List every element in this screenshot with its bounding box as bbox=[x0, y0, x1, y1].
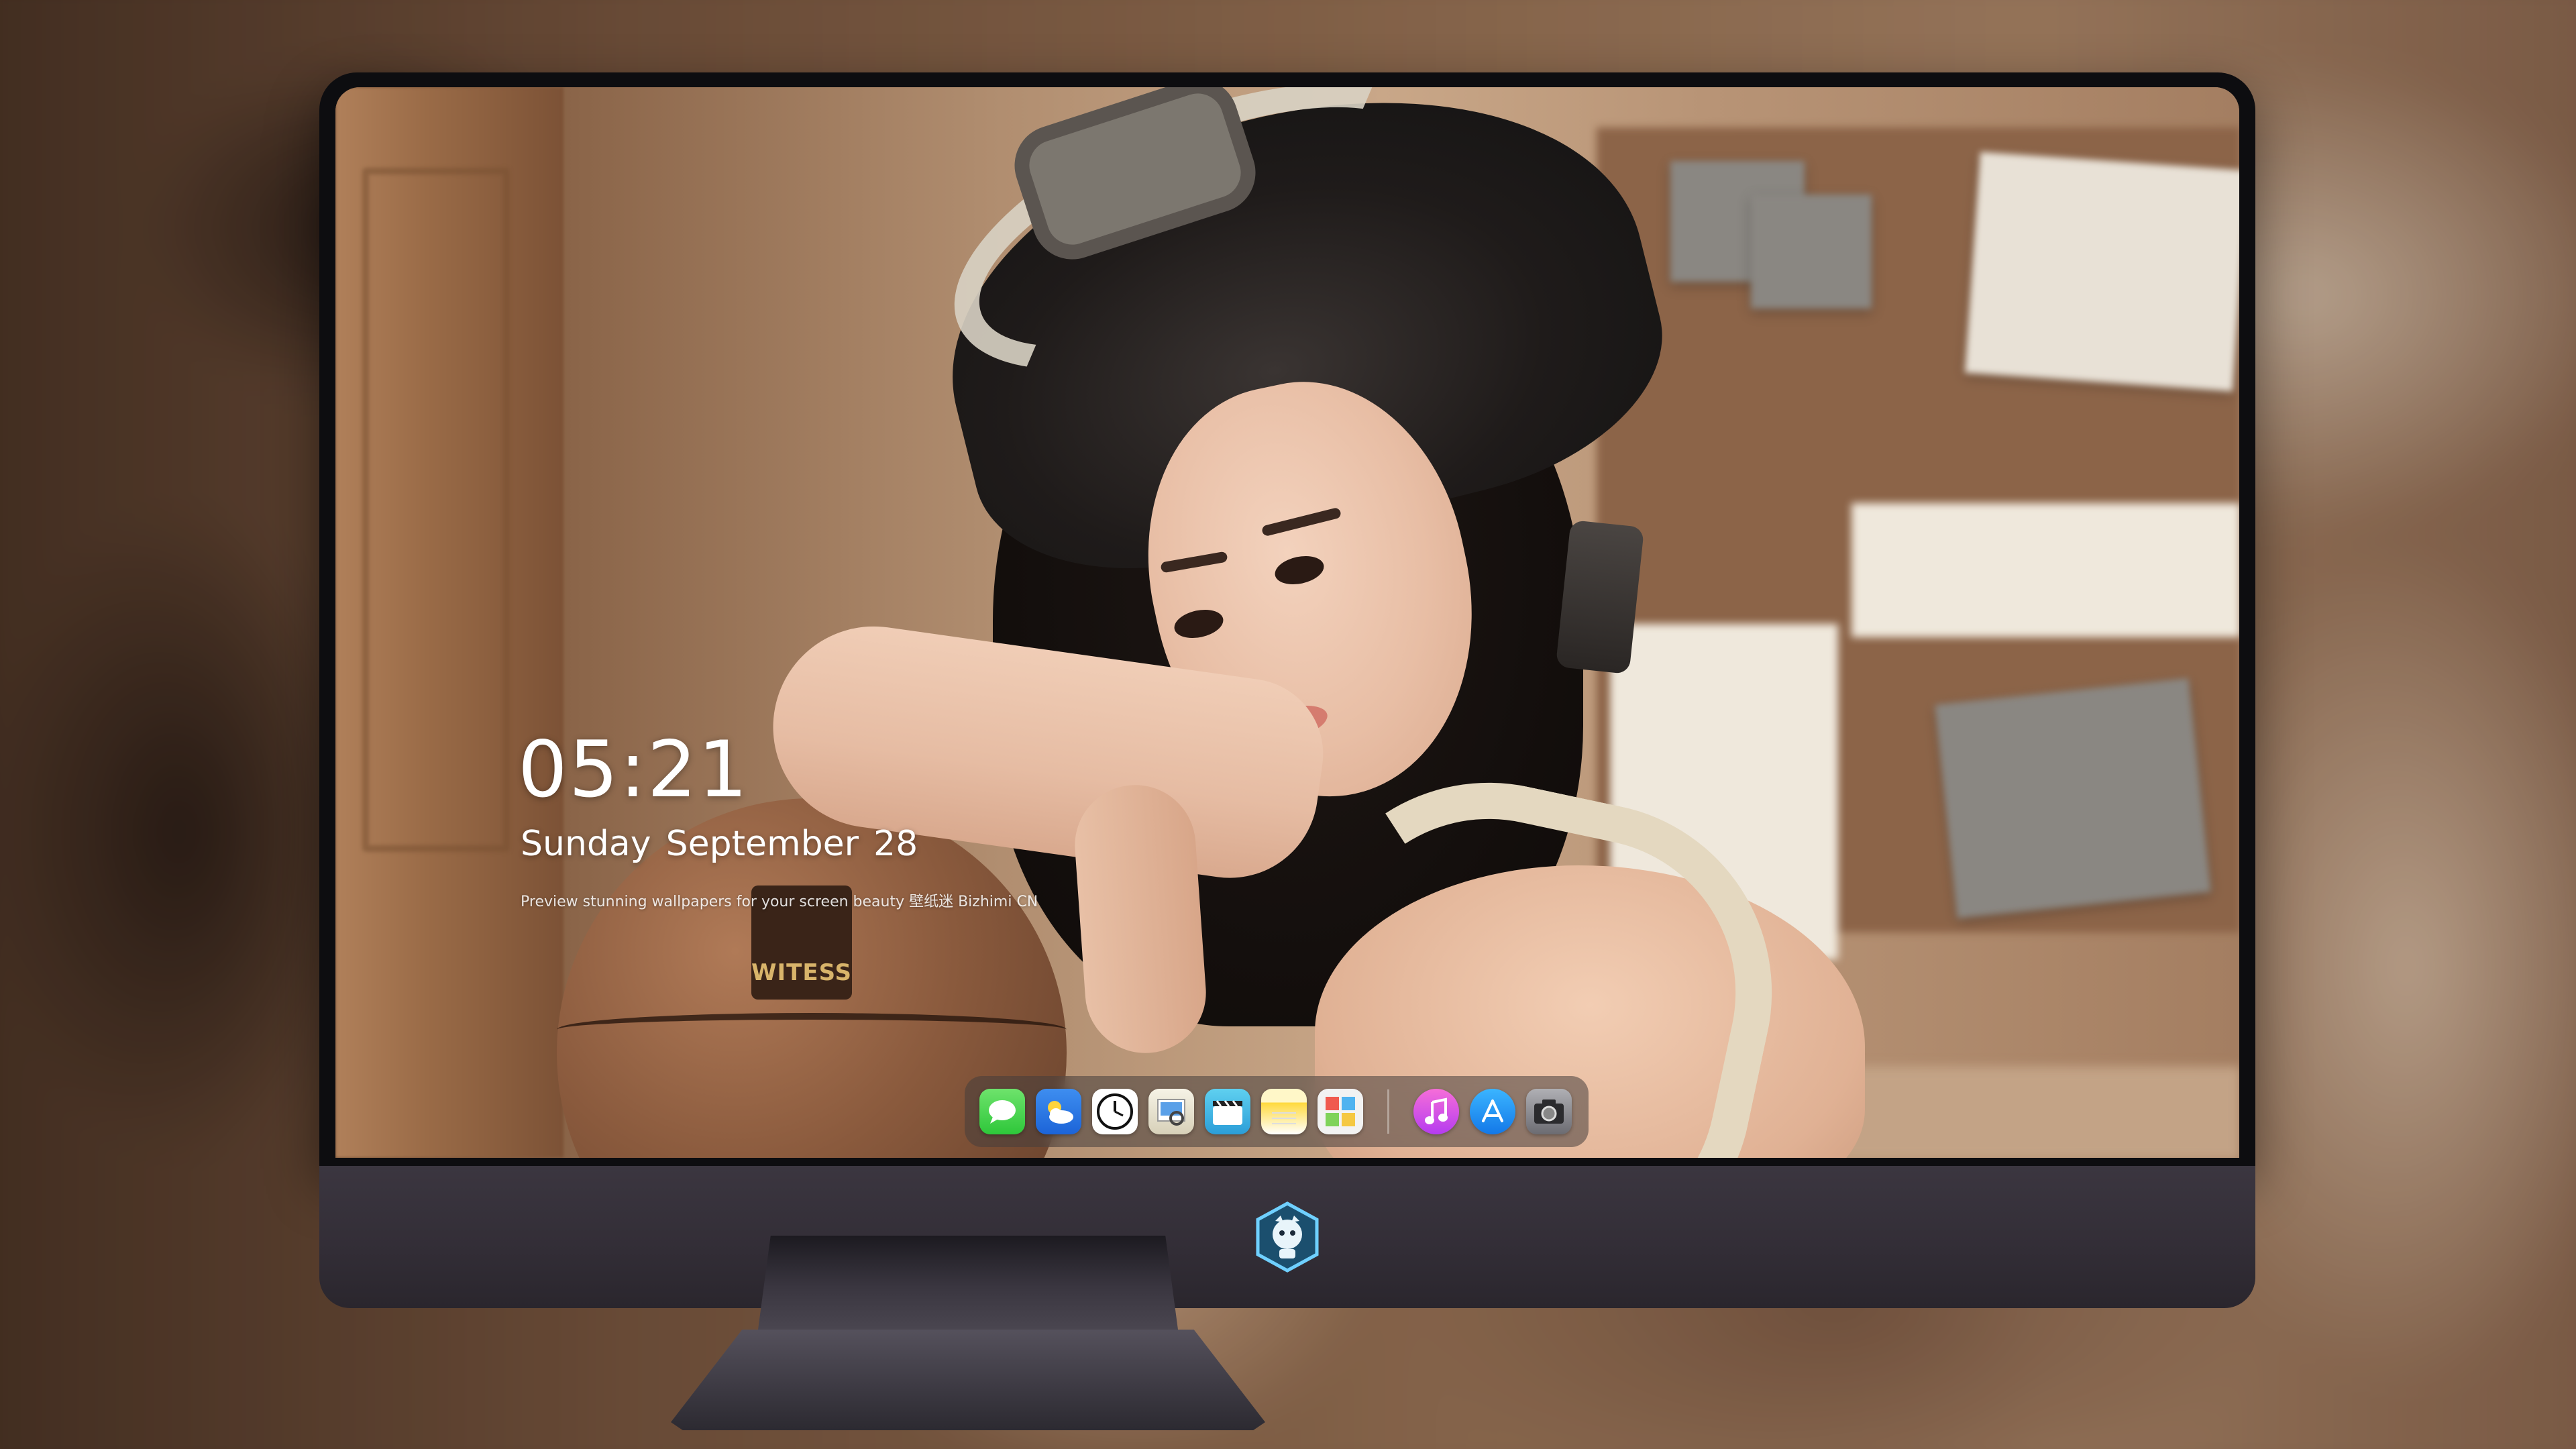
photos-icon[interactable] bbox=[1318, 1089, 1363, 1134]
lock-clock: 05:21 bbox=[518, 724, 749, 815]
dock-separator bbox=[1387, 1089, 1389, 1134]
messages-icon[interactable] bbox=[979, 1089, 1025, 1134]
camera-icon[interactable] bbox=[1526, 1089, 1572, 1134]
monitor-stand-neck bbox=[758, 1236, 1178, 1330]
date-month: September bbox=[665, 824, 859, 864]
preview-icon[interactable] bbox=[1148, 1089, 1194, 1134]
weather-icon[interactable] bbox=[1036, 1089, 1081, 1134]
notes-icon[interactable] bbox=[1261, 1089, 1307, 1134]
lock-date: Sunday September 28 bbox=[521, 824, 918, 864]
dock bbox=[965, 1076, 1589, 1147]
lock-tagline: Preview stunning wallpapers for your scr… bbox=[521, 894, 1038, 910]
monitor-bezel: WITESS 05:21 Sunday September 28 Preview… bbox=[319, 72, 2255, 1166]
imac-monitor: WITESS 05:21 Sunday September 28 Preview… bbox=[319, 72, 2255, 1308]
date-weekday: Sunday bbox=[521, 824, 651, 864]
app-store-icon[interactable] bbox=[1470, 1089, 1515, 1134]
clips-icon[interactable] bbox=[1205, 1089, 1250, 1134]
clock-icon[interactable] bbox=[1092, 1089, 1138, 1134]
wallpaper: WITESS bbox=[335, 87, 2239, 1158]
monitor-stand-base bbox=[671, 1330, 1265, 1430]
brand-logo-icon bbox=[1256, 1201, 1319, 1273]
music-icon[interactable] bbox=[1413, 1089, 1459, 1134]
desktop-stage: WITESS 05:21 Sunday September 28 Preview… bbox=[0, 0, 2576, 1449]
date-day: 28 bbox=[873, 824, 918, 864]
lock-screen[interactable]: WITESS 05:21 Sunday September 28 Preview… bbox=[335, 87, 2239, 1158]
